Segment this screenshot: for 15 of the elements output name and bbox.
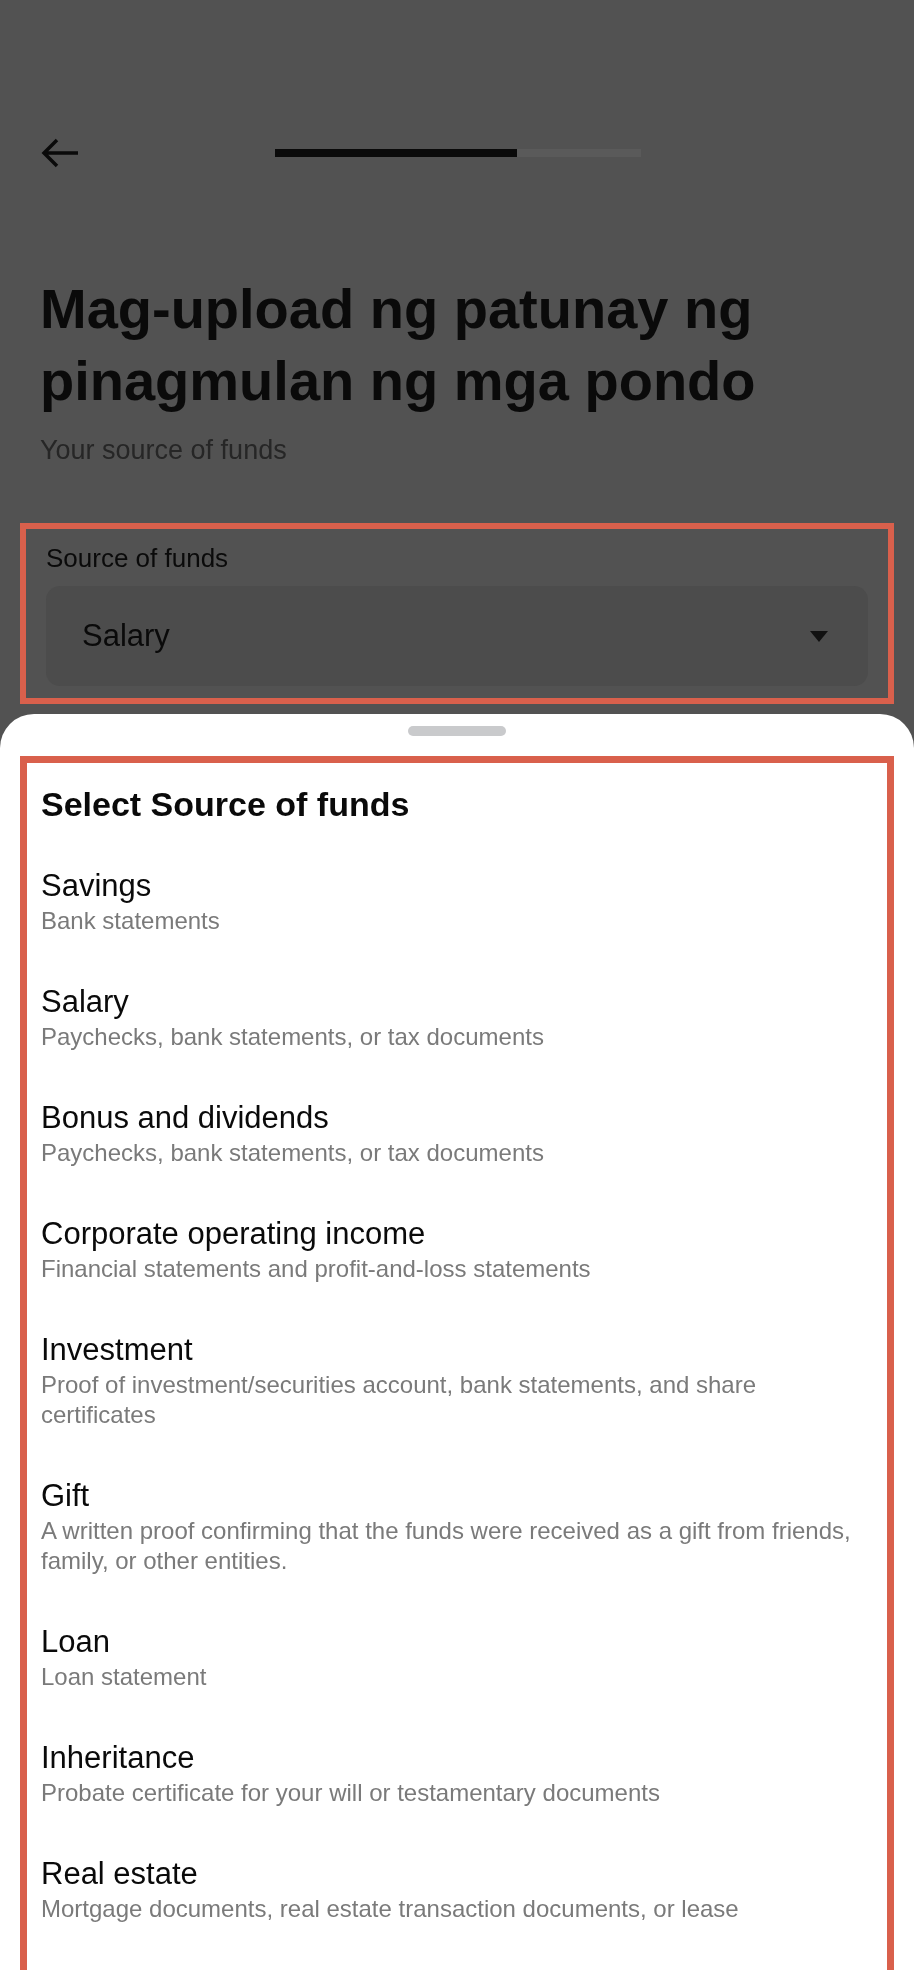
option-item[interactable]: Savings Bank statements [41,866,873,936]
option-item[interactable]: Gift A written proof confirming that the funds were received as a gift from friends, family, or other entities. [41,1476,873,1576]
option-item[interactable]: Loan Loan statement [41,1622,873,1692]
drag-handle[interactable] [408,726,506,736]
caret-icon [810,630,828,642]
field-label: Source of funds [46,543,230,574]
option-item[interactable]: Inheritance Probate certificate for your will or testamentary documents [41,1738,873,1808]
option-item[interactable]: Real estate Mortgage documents, real estate transaction documents, or lease [41,1854,873,1924]
option-item[interactable]: Investment Proof of investment/securities account, bank statements, and share certificates [41,1330,873,1430]
option-item[interactable]: Salary Paychecks, bank statements, or tax documents [41,982,873,1052]
page-title: Mag-upload ng patunay ng pinagmulan ng mga pondo [40,276,757,414]
option-item[interactable]: Bonus and dividends Paychecks, bank statements, or tax documents [41,1098,873,1168]
back-arrow-icon [40,137,80,169]
sheet-title: Select Source of funds [41,785,411,824]
option-item[interactable]: Corporate operating income Financial statements and profit-and-loss statements [41,1214,873,1284]
